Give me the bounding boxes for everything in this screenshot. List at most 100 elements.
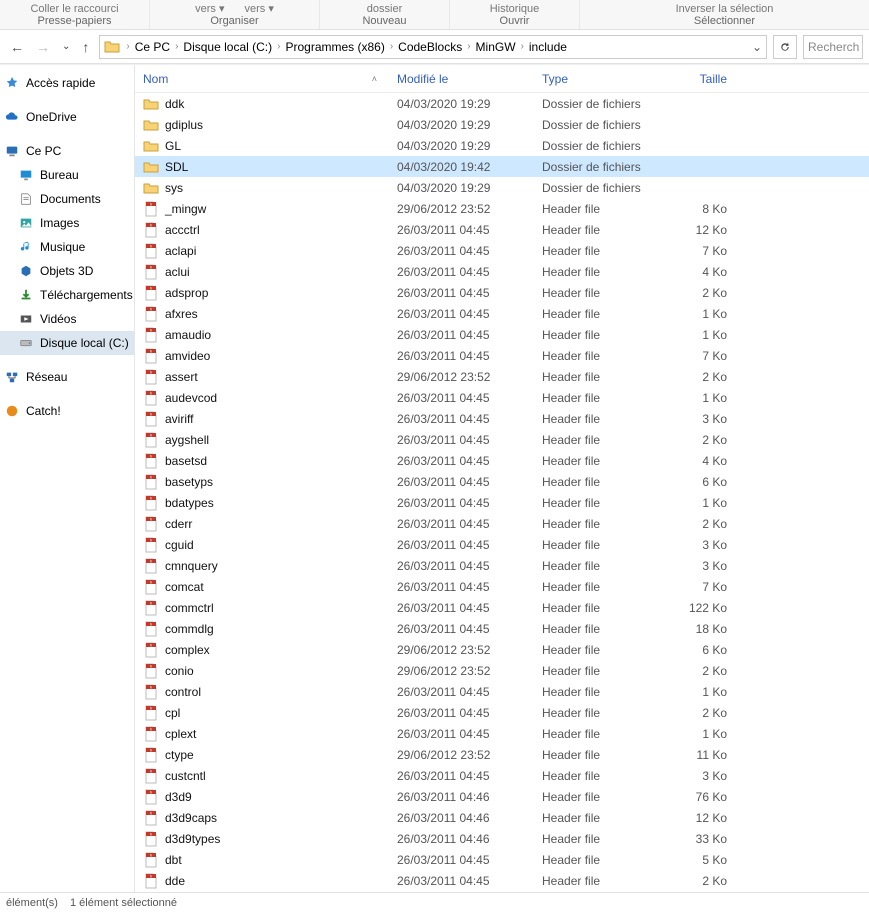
chevron-right-icon[interactable]: › [388,41,395,52]
file-row[interactable]: hadsprop26/03/2011 04:45Header file2 Ko [135,282,869,303]
crumb-programs[interactable]: Programmes (x86) [282,40,387,54]
chevron-right-icon[interactable]: › [275,41,282,52]
file-size: 6 Ko [667,643,737,657]
file-row[interactable]: haccctrl26/03/2011 04:45Header file12 Ko [135,219,869,240]
file-row[interactable]: haudevcod26/03/2011 04:45Header file1 Ko [135,387,869,408]
forward-button[interactable]: → [32,37,54,57]
chevron-right-icon[interactable]: › [173,41,180,52]
sidebar-onedrive[interactable]: OneDrive [0,105,134,129]
sidebar-music[interactable]: Musique [0,235,134,259]
sidebar-desktop[interactable]: Bureau [0,163,134,187]
sidebar-3dobjects[interactable]: Objets 3D [0,259,134,283]
file-row[interactable]: haclui26/03/2011 04:45Header file4 Ko [135,261,869,282]
file-type: Header file [542,874,667,888]
refresh-button[interactable] [773,35,797,59]
file-row[interactable]: hbasetyps26/03/2011 04:45Header file6 Ko [135,471,869,492]
ribbon-clipboard-label: Presse-papiers [38,15,112,27]
file-row[interactable]: hconio29/06/2012 23:52Header file2 Ko [135,660,869,681]
file-row[interactable]: hdbt26/03/2011 04:45Header file5 Ko [135,849,869,870]
file-row[interactable]: hd3d9caps26/03/2011 04:46Header file12 K… [135,807,869,828]
file-row[interactable]: gdiplus04/03/2020 19:29Dossier de fichie… [135,114,869,135]
file-row[interactable]: hcustcntl26/03/2011 04:45Header file3 Ko [135,765,869,786]
crumb-mingw[interactable]: MinGW [473,40,519,54]
file-size: 122 Ko [667,601,737,615]
file-row[interactable]: hamvideo26/03/2011 04:45Header file7 Ko [135,345,869,366]
file-row[interactable]: hd3d9types26/03/2011 04:46Header file33 … [135,828,869,849]
file-row[interactable]: hcomplex29/06/2012 23:52Header file6 Ko [135,639,869,660]
file-row[interactable]: hd3d926/03/2011 04:46Header file76 Ko [135,786,869,807]
file-row[interactable]: hcderr26/03/2011 04:45Header file2 Ko [135,513,869,534]
svg-text:h: h [150,642,152,647]
sidebar-network[interactable]: Réseau [0,365,134,389]
file-type: Header file [542,601,667,615]
file-row[interactable]: haviriff26/03/2011 04:45Header file3 Ko [135,408,869,429]
sidebar-documents[interactable]: Documents [0,187,134,211]
file-type: Header file [542,223,667,237]
ribbon-new-folder[interactable]: dossier [367,3,402,15]
svg-text:h: h [150,768,152,773]
ribbon-invert-selection[interactable]: Inverser la sélection [676,3,774,15]
file-row[interactable]: sys04/03/2020 19:29Dossier de fichiers [135,177,869,198]
crumb-pc[interactable]: Ce PC [132,40,173,54]
breadcrumb[interactable]: › Ce PC › Disque local (C:) › Programmes… [99,35,767,59]
ribbon-clipboard-item[interactable]: Coller le raccourci [30,3,118,15]
ribbon-move-to[interactable]: vers ▾ [195,2,224,15]
recent-dropdown[interactable]: ⌄ [58,39,74,54]
sidebar-thispc[interactable]: Ce PC [0,139,134,163]
file-row[interactable]: hamaudio26/03/2011 04:45Header file1 Ko [135,324,869,345]
file-row[interactable]: hbasetsd26/03/2011 04:45Header file4 Ko [135,450,869,471]
header-file-icon: h [143,642,159,658]
file-row[interactable]: hassert29/06/2012 23:52Header file2 Ko [135,366,869,387]
file-type: Dossier de fichiers [542,181,667,195]
file-row[interactable]: hctype29/06/2012 23:52Header file11 Ko [135,744,869,765]
file-name: commctrl [165,601,214,615]
file-row[interactable]: GL04/03/2020 19:29Dossier de fichiers [135,135,869,156]
file-row[interactable]: hcpl26/03/2011 04:45Header file2 Ko [135,702,869,723]
file-size: 2 Ko [667,433,737,447]
file-modified: 29/06/2012 23:52 [397,202,542,216]
sidebar-label: Objets 3D [40,264,93,278]
chevron-right-icon[interactable]: › [124,41,131,52]
sidebar-quick-access[interactable]: Accès rapide [0,71,134,95]
file-row[interactable]: hcmnquery26/03/2011 04:45Header file3 Ko [135,555,869,576]
back-button[interactable]: ← [6,37,28,57]
file-row[interactable]: hcguid26/03/2011 04:45Header file3 Ko [135,534,869,555]
chevron-right-icon[interactable]: › [519,41,526,52]
file-row[interactable]: h_mingw29/06/2012 23:52Header file8 Ko [135,198,869,219]
file-row[interactable]: haclapi26/03/2011 04:45Header file7 Ko [135,240,869,261]
sidebar-videos[interactable]: Vidéos [0,307,134,331]
file-row[interactable]: SDL04/03/2020 19:42Dossier de fichiers [135,156,869,177]
breadcrumb-dropdown[interactable]: ⌄ [748,40,762,54]
up-button[interactable]: ↑ [78,37,93,57]
sidebar-localdisk[interactable]: Disque local (C:) [0,331,134,355]
column-header-type[interactable]: Type [542,72,667,86]
ribbon-history[interactable]: Historique [490,3,540,15]
file-row[interactable]: hafxres26/03/2011 04:45Header file1 Ko [135,303,869,324]
crumb-codeblocks[interactable]: CodeBlocks [395,40,465,54]
file-row[interactable]: hcommctrl26/03/2011 04:45Header file122 … [135,597,869,618]
column-header-size[interactable]: Taille [667,72,737,86]
file-row[interactable]: hbdatypes26/03/2011 04:45Header file1 Ko [135,492,869,513]
file-row[interactable]: haygshell26/03/2011 04:45Header file2 Ko [135,429,869,450]
sidebar-downloads[interactable]: Téléchargements [0,283,134,307]
chevron-right-icon[interactable]: › [465,41,472,52]
header-file-icon: h [143,453,159,469]
file-row[interactable]: hcommdlg26/03/2011 04:45Header file18 Ko [135,618,869,639]
ribbon-copy-to[interactable]: vers ▾ [245,2,274,15]
search-input[interactable]: Recherch [803,35,863,59]
crumb-include[interactable]: include [526,40,570,54]
file-row[interactable]: hcontrol26/03/2011 04:45Header file1 Ko [135,681,869,702]
sidebar-pictures[interactable]: Images [0,211,134,235]
column-header-name[interactable]: Nom ˄ [135,72,397,86]
header-file-icon: h [143,432,159,448]
sidebar-label: Documents [40,192,101,206]
file-row[interactable]: hdde26/03/2011 04:45Header file2 Ko [135,870,869,891]
crumb-disk[interactable]: Disque local (C:) [180,40,275,54]
file-row[interactable]: ddk04/03/2020 19:29Dossier de fichiers [135,93,869,114]
column-header-modified[interactable]: Modifié le [397,72,542,86]
file-size: 1 Ko [667,328,737,342]
svg-text:h: h [150,621,152,626]
file-row[interactable]: hcplext26/03/2011 04:45Header file1 Ko [135,723,869,744]
sidebar-catch[interactable]: Catch! [0,399,134,423]
file-row[interactable]: hcomcat26/03/2011 04:45Header file7 Ko [135,576,869,597]
